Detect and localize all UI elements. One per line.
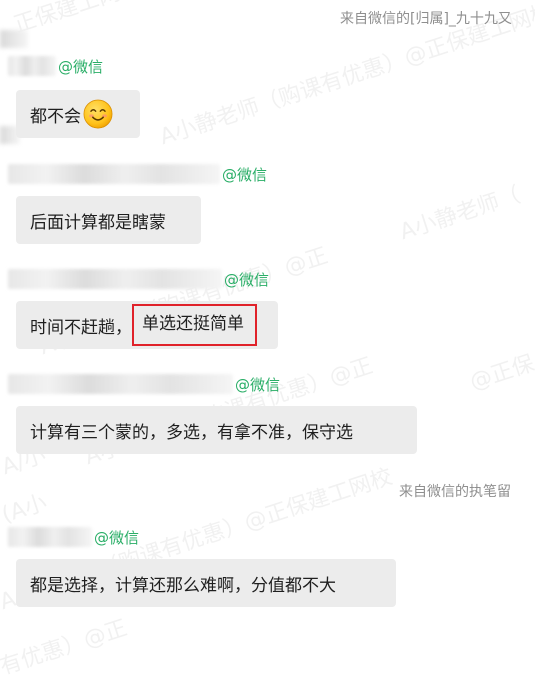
- sender-row: @微信: [8, 525, 139, 549]
- message-text: 计算有三个蒙的，多选，有拿不准，保守选: [30, 422, 353, 443]
- message-source-info: 来自微信的[归属]_九十九又: [340, 11, 512, 27]
- sender-name-blurred: [8, 269, 222, 289]
- sender-name-blurred: [8, 56, 56, 76]
- message-bubble[interactable]: 时间不赶趟， 单选还挺简单: [16, 301, 278, 349]
- watermark-text: @正保: [466, 351, 535, 396]
- message-source-info: 来自微信的执笔留: [399, 484, 511, 500]
- sender-tag: @微信: [224, 270, 270, 289]
- sender-row: @微信: [8, 267, 269, 291]
- message-text: 后面计算都是瞎蒙: [30, 212, 166, 233]
- message-bubble[interactable]: 都是选择，计算还那么难啊，分值都不大: [16, 559, 396, 607]
- blurred-fragment: [0, 30, 28, 48]
- message-bubble[interactable]: 后面计算都是瞎蒙: [16, 196, 201, 244]
- message-text: 时间不赶趟，: [30, 317, 132, 338]
- sender-name-blurred: [8, 527, 92, 547]
- watermark-text: 正保建工网校 7095: [9, 0, 204, 39]
- message-bubble[interactable]: 都不会: [16, 90, 140, 138]
- smiling-face-icon: [83, 99, 113, 129]
- sender-tag: @微信: [235, 375, 281, 394]
- highlighted-text-box: 单选还挺简单: [132, 304, 257, 346]
- sender-tag: @微信: [222, 165, 268, 184]
- watermark-text: A小静老师（: [396, 182, 524, 246]
- message-text: 都不会: [30, 106, 81, 127]
- watermark-text: (A小: [0, 490, 51, 529]
- watermark-text: 有优惠）@正: [0, 615, 131, 681]
- message-text: 都是选择，计算还那么难啊，分值都不大: [30, 575, 336, 596]
- sender-name-blurred: [8, 374, 233, 394]
- sender-name-blurred: [8, 164, 220, 184]
- message-bubble[interactable]: 计算有三个蒙的，多选，有拿不准，保守选: [16, 406, 417, 454]
- sender-row: @微信: [8, 372, 280, 396]
- sender-row: @微信: [8, 54, 103, 78]
- chat-history-panel: 正保建工网校 7095 A小静老师（购课有优惠）@正保建工网校 A小静老师（ A…: [0, 0, 535, 680]
- sender-tag: @微信: [94, 528, 140, 547]
- sender-tag: @微信: [58, 57, 104, 76]
- sender-row: @微信: [8, 162, 267, 186]
